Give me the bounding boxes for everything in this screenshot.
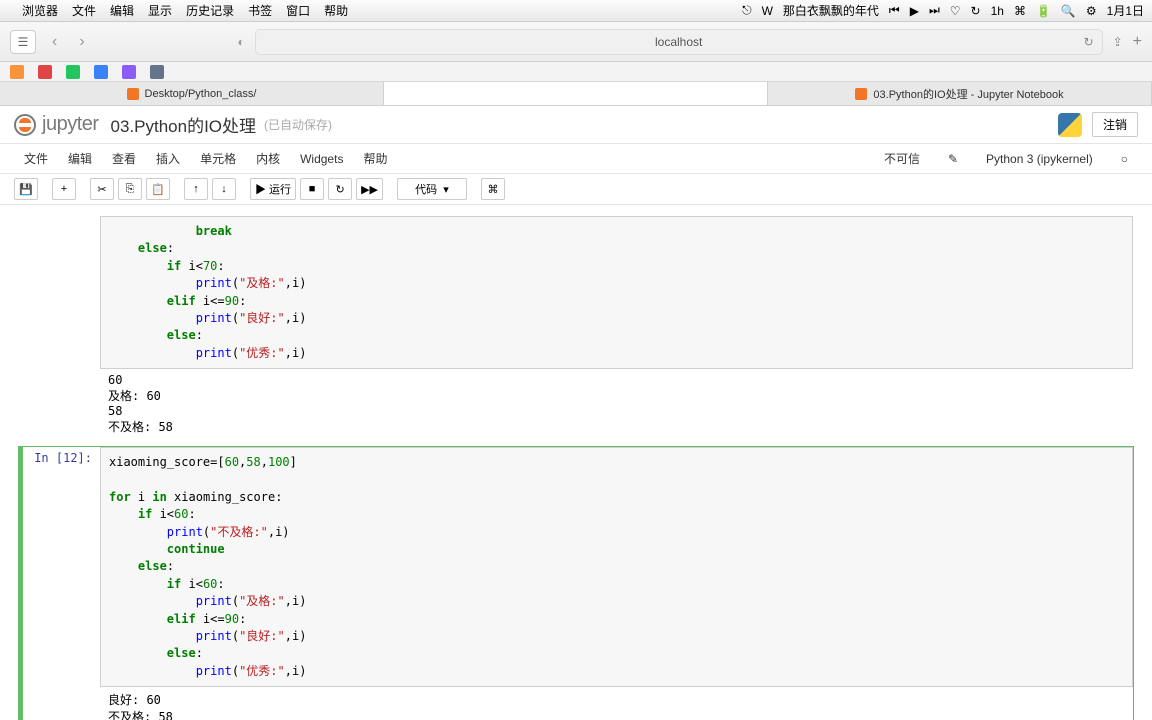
menu-view[interactable]: 查看	[102, 144, 146, 173]
fav-1[interactable]	[10, 65, 24, 79]
menubar-date: 1月1日	[1107, 2, 1144, 19]
code-input[interactable]: break else: if i<70: print("及格:",i) elif…	[100, 216, 1133, 369]
add-cell-button[interactable]: +	[52, 178, 76, 200]
menu-edit[interactable]: 编辑	[58, 144, 102, 173]
jupyter-icon	[127, 88, 139, 100]
notebook-body: break else: if i<70: print("及格:",i) elif…	[0, 205, 1152, 720]
fav-2[interactable]	[38, 65, 52, 79]
jupyter-menubar: 文件 编辑 查看 插入 单元格 内核 Widgets 帮助 不可信 ✎ Pyth…	[0, 144, 1152, 174]
fav-3[interactable]	[66, 65, 80, 79]
jupyter-logo[interactable]: jupyter	[14, 113, 99, 136]
menubar-time: 1h	[991, 4, 1004, 18]
tab-label: 03.Python的IO处理 - Jupyter Notebook	[873, 86, 1063, 102]
paste-button[interactable]: 📋	[146, 178, 170, 200]
code-input[interactable]: xiaoming_score=[60,58,100] for i in xiao…	[100, 447, 1133, 687]
jupyter-toolbar: 💾 + ✂ ⎘ 📋 ↑ ↓ ▶ 运行 ■ ↻ ▶▶ 代码 ▾ ⌘	[0, 174, 1152, 205]
autosave-status: (已自动保存)	[264, 116, 332, 133]
fav-6[interactable]	[150, 65, 164, 79]
reload-icon[interactable]: ↻	[1084, 35, 1094, 49]
copy-button[interactable]: ⎘	[118, 178, 142, 200]
tab-folder[interactable]: Desktop/Python_class/	[0, 82, 384, 105]
tab-strip: Desktop/Python_class/ 03.Python的IO处理 - J…	[0, 82, 1152, 106]
back-button[interactable]: ‹	[46, 33, 63, 51]
menu-kernel[interactable]: 内核	[246, 144, 290, 173]
menu-help[interactable]: 帮助	[324, 2, 348, 19]
mac-menubar: 浏览器 文件 编辑 显示 历史记录 书签 窗口 帮助 ⎋ W 那白衣飘飘的年代 …	[0, 0, 1152, 22]
favorites-bar	[0, 62, 1152, 82]
restart-button[interactable]: ↻	[328, 178, 352, 200]
kernel-status-icon: ○	[1111, 146, 1138, 172]
sidebar-toggle[interactable]: ☰	[10, 30, 36, 54]
save-button[interactable]: 💾	[14, 178, 38, 200]
loop-icon[interactable]: ↻	[971, 4, 981, 18]
browser-toolbar: ☰ ‹ › ◐ localhost ↻ ⇪ +	[0, 22, 1152, 62]
edit-icon[interactable]: ✎	[938, 146, 968, 172]
tab-label: Desktop/Python_class/	[145, 88, 257, 100]
menu-insert[interactable]: 插入	[146, 144, 190, 173]
python-icon	[1058, 113, 1082, 137]
menubar-w-icon[interactable]: W	[762, 4, 773, 18]
fav-4[interactable]	[94, 65, 108, 79]
page-scroll[interactable]: jupyter 03.Python的IO处理 (已自动保存) 注销 文件 编辑 …	[0, 106, 1152, 720]
share-icon[interactable]: ⇪	[1113, 35, 1123, 49]
command-palette-button[interactable]: ⌘	[481, 178, 505, 200]
menu-file[interactable]: 文件	[14, 144, 58, 173]
heart-icon[interactable]: ♡	[950, 4, 961, 18]
menu-widgets[interactable]: Widgets	[290, 146, 353, 172]
tab-notebook[interactable]: 03.Python的IO处理 - Jupyter Notebook	[768, 82, 1152, 105]
next-icon[interactable]: ⏭	[929, 3, 940, 18]
fav-5[interactable]	[122, 65, 136, 79]
menu-cell[interactable]: 单元格	[190, 144, 246, 173]
forward-button[interactable]: ›	[73, 33, 90, 51]
shield-icon[interactable]: ◐	[238, 35, 245, 49]
menu-history[interactable]: 历史记录	[186, 2, 234, 19]
menubar-bt-icon[interactable]: ⎋	[742, 3, 752, 18]
menu-help[interactable]: 帮助	[353, 144, 397, 173]
prev-icon[interactable]: ⏮	[889, 3, 900, 18]
move-up-button[interactable]: ↑	[184, 178, 208, 200]
notebook-name[interactable]: 03.Python的IO处理	[111, 112, 257, 137]
menu-bookmarks[interactable]: 书签	[248, 2, 272, 19]
move-down-button[interactable]: ↓	[212, 178, 236, 200]
menu-file[interactable]: 文件	[72, 2, 96, 19]
trust-indicator[interactable]: 不可信	[874, 144, 930, 173]
cell-output: 60 及格: 60 58 不及格: 58	[100, 369, 1133, 439]
battery-icon[interactable]: 🔋	[1036, 4, 1051, 18]
address-bar[interactable]: localhost ↻	[255, 29, 1103, 55]
menu-window[interactable]: 窗口	[286, 2, 310, 19]
cell-output: 良好: 60 不及格: 58 优秀: 100	[100, 687, 1133, 720]
code-cell[interactable]: break else: if i<70: print("及格:",i) elif…	[18, 215, 1134, 440]
menu-edit[interactable]: 编辑	[110, 2, 134, 19]
menu-view[interactable]: 显示	[148, 2, 172, 19]
prompt: In [12]:	[18, 447, 100, 720]
play-icon[interactable]: ▶	[910, 4, 919, 18]
run-button[interactable]: ▶ 运行	[250, 178, 296, 200]
stop-button[interactable]: ■	[300, 178, 324, 200]
wifi-icon[interactable]: ⌘	[1014, 4, 1026, 18]
search-icon[interactable]: 🔍	[1061, 4, 1076, 18]
cut-button[interactable]: ✂	[90, 178, 114, 200]
restart-run-button[interactable]: ▶▶	[356, 178, 383, 200]
url-text: localhost	[655, 35, 702, 49]
logout-button[interactable]: 注销	[1092, 112, 1138, 137]
code-cell-selected[interactable]: In [12]: xiaoming_score=[60,58,100] for …	[18, 446, 1134, 720]
control-center-icon[interactable]: ⚙	[1086, 4, 1097, 18]
tab-current[interactable]	[384, 82, 768, 105]
jupyter-header: jupyter 03.Python的IO处理 (已自动保存) 注销	[0, 106, 1152, 144]
menu-app[interactable]: 浏览器	[22, 2, 58, 19]
cell-type-select[interactable]: 代码 ▾	[397, 178, 467, 200]
new-tab-button[interactable]: +	[1133, 33, 1142, 51]
now-playing: 那白衣飘飘的年代	[783, 2, 879, 19]
kernel-name[interactable]: Python 3 (ipykernel)	[976, 146, 1103, 172]
jupyter-icon	[855, 88, 867, 100]
